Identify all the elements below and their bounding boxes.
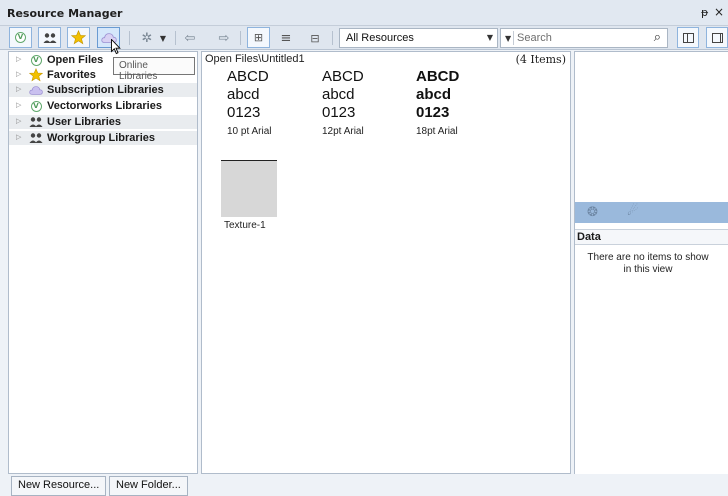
tree-item-label: Subscription Libraries [47,84,164,96]
thumbnail-view-button[interactable]: ⊞ [247,27,270,48]
expand-icon[interactable]: ▷ [16,85,21,93]
toolbar-separator [332,31,333,45]
back-arrow-icon[interactable]: ⇦ [181,30,199,46]
window-title: Resource Manager [7,7,123,20]
thumbnail-view-icon: ⊞ [253,31,264,44]
preview-pane: ❂ ☄ Data There are no items to show in t… [574,51,728,474]
toggle-preview-pane-button[interactable] [677,27,699,48]
resource-type-dropdown[interactable]: All Resources ▼ [339,28,498,48]
resource-item-label: 12pt Arial [322,126,364,137]
resource-item-label: Texture-1 [224,220,266,231]
sample-lowercase: abcd [416,86,452,103]
tree-item-vectorworks-libraries[interactable]: ▷ V Vectorworks Libraries [9,99,197,113]
close-icon[interactable]: × [714,5,724,19]
resource-browser: Open Files\Untitled1 (4 Items) ABCD abcd… [201,51,571,474]
tree-item-label: Vectorworks Libraries [47,100,162,112]
current-path: Open Files\Untitled1 [205,53,305,65]
vectorworks-libraries-button[interactable]: V [9,27,32,48]
empty-data-message: There are no items to show in this view [587,252,709,275]
new-resource-button[interactable]: New Resource... [11,476,107,496]
search-box[interactable]: ▼ ⌕ [500,28,668,48]
pane-layout-icon [712,33,723,43]
users-icon [29,131,43,145]
new-folder-button[interactable]: New Folder... [109,476,188,496]
gear-icon[interactable]: ✲ [139,30,155,46]
toggle-side-pane-button[interactable] [706,27,728,48]
favorites-button[interactable] [67,27,90,48]
sample-lowercase: abcd [227,86,260,103]
list-view-icon[interactable]: ≡ [276,30,296,46]
expand-icon[interactable]: ▷ [16,133,21,141]
sample-uppercase: ABCD [227,68,269,85]
preview-toolbar: ❂ ☄ [575,202,728,223]
chevron-down-icon[interactable]: ▼ [158,30,168,46]
texture-thumbnail[interactable] [221,160,277,217]
users-icon [29,115,43,129]
toolbar-separator [175,31,176,45]
sample-digits: 0123 [322,104,356,121]
pane-layout-icon [683,33,694,43]
tree-item-user-libraries[interactable]: ▷ User Libraries [9,115,197,129]
tree-item-label: Workgroup Libraries [47,132,155,144]
users-icon [43,32,56,43]
sample-lowercase: abcd [322,86,355,103]
render-mode-icon[interactable]: ❂ [587,205,598,220]
tree-item-workgroup-libraries[interactable]: ▷ Workgroup Libraries [9,131,197,145]
resource-item-label: 18pt Arial [416,126,458,137]
tree-item-subscription-libraries[interactable]: ▷ Subscription Libraries [9,83,197,97]
search-input[interactable] [517,31,647,45]
search-divider [513,31,514,45]
expand-icon[interactable]: ▷ [16,101,21,109]
chevron-down-icon[interactable]: ▼ [505,34,511,43]
sample-digits: 0123 [227,104,261,121]
vectorworks-icon: V [29,99,43,113]
detail-view-icon[interactable]: ⊟ [305,30,325,46]
tree-item-label: User Libraries [47,116,121,128]
toolbar: V ✲ ▼ ⇦ ⇨ ⊞ ≡ ⊟ All Resources ▼ ▼ ⌕ [0,26,728,50]
sample-uppercase: ABCD [416,68,460,85]
online-libraries-tooltip: Online Libraries [113,57,195,82]
tree-item-label: Favorites [47,69,96,81]
resource-item-text-style[interactable]: ABCD abcd 0123 12pt Arial [322,68,402,137]
mouse-cursor-icon [111,39,121,55]
tree-item-label: Open Files [47,54,104,66]
user-libraries-button[interactable] [38,27,61,48]
item-count: (4 Items) [515,53,566,66]
toolbar-separator [129,31,130,45]
chevron-down-icon: ▼ [486,33,493,42]
library-tree: ▷ V Open Files ▷ Favorites ▷ Subscriptio… [8,51,198,474]
resource-type-value: All Resources [346,32,414,44]
toolbar-separator [240,31,241,45]
vectorworks-icon: V [15,32,26,43]
star-icon [29,68,43,82]
resource-item-label: 10 pt Arial [227,126,272,137]
expand-icon[interactable]: ▷ [16,55,21,63]
vectorworks-icon: V [29,53,43,67]
resource-item-text-style[interactable]: ABCD abcd 0123 10 pt Arial [227,68,307,137]
pin-icon[interactable]: ᵽ [701,6,708,19]
resource-item-text-style[interactable]: ABCD abcd 0123 18pt Arial [416,68,496,137]
star-icon [71,30,86,45]
data-heading: Data [575,229,728,245]
expand-icon[interactable]: ▷ [16,117,21,125]
title-bar: Resource Manager ᵽ × [0,0,728,26]
cloud-icon [29,83,43,97]
sample-uppercase: ABCD [322,68,364,85]
rotate-view-icon[interactable]: ☄ [627,204,639,219]
sample-digits: 0123 [416,104,450,121]
search-icon[interactable]: ⌕ [654,30,661,45]
forward-arrow-icon[interactable]: ⇨ [215,30,233,46]
expand-icon[interactable]: ▷ [16,70,21,78]
